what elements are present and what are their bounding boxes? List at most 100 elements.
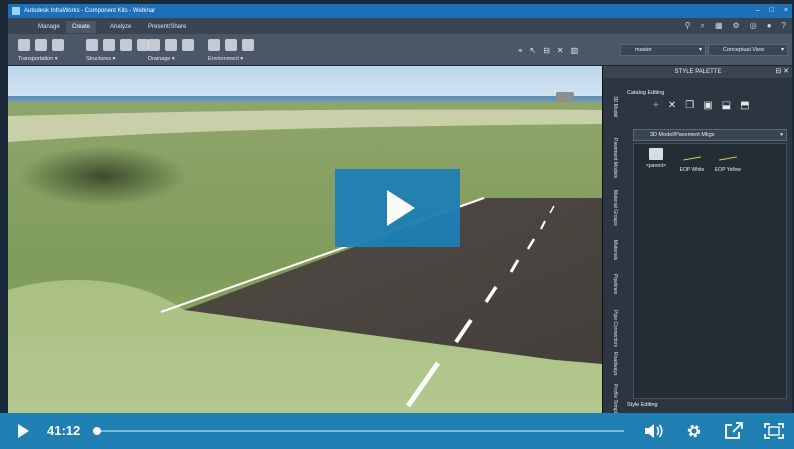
palette-close-icon[interactable]: ⊟ ✕: [775, 66, 789, 78]
palette-header: STYLE PALETTE ⊟ ✕: [603, 66, 792, 78]
water-icon[interactable]: [242, 39, 254, 51]
pipe-icon[interactable]: [165, 39, 177, 51]
measure-icon[interactable]: ⊟: [543, 46, 550, 56]
railway-icon[interactable]: [35, 39, 47, 51]
minimize-button[interactable]: –: [756, 4, 760, 18]
maximize-button[interactable]: □: [770, 4, 774, 18]
palette-body: Catalog Editing + ✕ ❐ ▣ ⬓ ⬒ 3D Model/Pav…: [623, 80, 791, 444]
window-title: Autodesk InfraWorks - Component Kits - W…: [24, 8, 156, 14]
transportation-label[interactable]: Transportation ▾: [18, 56, 64, 62]
road-icon[interactable]: [18, 39, 30, 51]
top-right-toolbar: ⚲ ⌕ ▦ ⚙ ◎ ● ?: [685, 21, 786, 31]
tab-create[interactable]: Create: [66, 21, 97, 33]
title-bar: Autodesk InfraWorks - Component Kits - W…: [8, 4, 792, 18]
progress-knob[interactable]: [93, 427, 101, 435]
3d-viewport[interactable]: [8, 66, 602, 444]
share-button[interactable]: [720, 413, 748, 449]
player-control-bar: 41:12: [0, 413, 794, 449]
ribbon-tab-bar: Manage Create Analyze Present/Share ⚲ ⌕ …: [8, 18, 792, 34]
delete-icon[interactable]: ✕: [668, 100, 676, 111]
visual-style-value: Conceptual View: [723, 47, 765, 53]
catalog-item-label: EOP Yellow: [714, 167, 742, 173]
category-value: 3D Model/Pavement Mkgs: [650, 132, 715, 138]
app-logo-icon: [12, 7, 20, 15]
cloud-icon[interactable]: ●: [767, 21, 772, 31]
share-icon[interactable]: ⚲: [685, 21, 691, 31]
select-icon[interactable]: ↖: [530, 46, 537, 56]
structures-label[interactable]: Structures ▾: [86, 56, 149, 62]
drainage-label[interactable]: Drainage ▾: [148, 56, 194, 62]
catalog-item-parent[interactable]: <parent>: [636, 148, 676, 169]
catalog-item-label: <parent>: [645, 163, 667, 169]
visual-style-dropdown[interactable]: Conceptual View ▾: [708, 44, 788, 56]
view-controls: ⌖ ↖ ⊟ ✕ ▥: [518, 46, 578, 56]
bike-path-icon[interactable]: [52, 39, 64, 51]
style-palette: STYLE PALETTE ⊟ ✕ 3D Model Pavement Mode…: [602, 66, 792, 444]
city-furniture-icon[interactable]: [208, 39, 220, 51]
line-marking-icon: [683, 152, 701, 164]
volume-button[interactable]: [640, 413, 668, 449]
folder-icon: [649, 148, 663, 160]
settings-icon[interactable]: ⚙: [733, 21, 740, 31]
catalog-item-label: EOP White: [679, 167, 705, 173]
sync-icon[interactable]: ◎: [750, 21, 757, 31]
culvert-icon[interactable]: [148, 39, 160, 51]
add-icon[interactable]: +: [653, 100, 659, 111]
drainage-group: Drainage ▾: [148, 36, 194, 64]
grid-icon[interactable]: ▦: [715, 21, 723, 31]
palette-title: STYLE PALETTE: [674, 69, 722, 75]
progress-bar[interactable]: [93, 427, 624, 435]
copy-icon[interactable]: ❐: [685, 100, 694, 111]
play-icon: [386, 190, 415, 226]
tab-present-share[interactable]: Present/Share: [142, 21, 192, 33]
search-icon[interactable]: ⌕: [701, 21, 705, 31]
timecode: 41:12: [47, 423, 81, 438]
catalog-grid: <parent> EOP White EOP Yellow: [633, 143, 787, 399]
fullscreen-button[interactable]: [760, 413, 788, 449]
proposal-value: master: [635, 47, 652, 53]
share-icon: [725, 422, 743, 439]
settings-button[interactable]: [680, 413, 708, 449]
fullscreen-icon: [764, 423, 784, 439]
cloud-shadow: [18, 146, 188, 206]
chevron-down-icon: ▾: [780, 132, 783, 138]
environment-label[interactable]: Environment ▾: [208, 56, 254, 62]
line-marking-icon: [719, 152, 737, 164]
save-icon[interactable]: ▣: [703, 100, 712, 111]
transportation-group: Transportation ▾: [18, 36, 64, 64]
chevron-down-icon: ▾: [698, 47, 702, 53]
catalog-toolbar: + ✕ ❐ ▣ ⬓ ⬒: [653, 100, 750, 111]
volume-icon: [645, 424, 663, 438]
export-icon[interactable]: ⬒: [740, 100, 749, 111]
help-icon[interactable]: ?: [782, 21, 786, 31]
structures-group: Structures ▾: [86, 36, 149, 64]
catalog-editing-heading: Catalog Editing: [627, 90, 665, 96]
category-dropdown[interactable]: 3D Model/Pavement Mkgs ▾: [633, 129, 787, 141]
import-icon[interactable]: ⬓: [722, 100, 731, 111]
tab-analyze[interactable]: Analyze: [104, 21, 137, 33]
catalog-item-eop-yellow[interactable]: EOP Yellow: [708, 152, 748, 173]
layers-icon[interactable]: ▥: [571, 46, 579, 56]
inlet-icon[interactable]: [182, 39, 194, 51]
tunnel-icon[interactable]: [103, 39, 115, 51]
palette-vertical-tabs: 3D Model Pavement Models Material Groups…: [612, 96, 618, 423]
camera-icon[interactable]: ⌖: [518, 46, 523, 56]
proposal-dropdown[interactable]: master ▾: [620, 44, 706, 56]
big-play-button[interactable]: [335, 169, 460, 247]
catalog-item-eop-white[interactable]: EOP White: [672, 152, 712, 173]
gear-icon: [687, 424, 701, 438]
style-editing-heading: Style Editing: [627, 402, 658, 408]
cross-section-icon[interactable]: ✕: [557, 46, 564, 56]
environment-group: Environment ▾: [208, 36, 254, 64]
ribbon-panel: Transportation ▾ Structures ▾ Drainage ▾: [8, 34, 792, 66]
close-window-button[interactable]: ×: [784, 4, 788, 18]
play-icon: [17, 424, 29, 438]
bridge-icon[interactable]: [86, 39, 98, 51]
chevron-down-icon: ▾: [780, 47, 784, 53]
video-player: Autodesk InfraWorks - Component Kits - W…: [0, 0, 794, 449]
tab-manage[interactable]: Manage: [32, 21, 66, 33]
tree-icon[interactable]: [225, 39, 237, 51]
building-icon[interactable]: [120, 39, 132, 51]
play-button[interactable]: [10, 413, 36, 449]
window-controls: – □ ×: [756, 4, 788, 18]
